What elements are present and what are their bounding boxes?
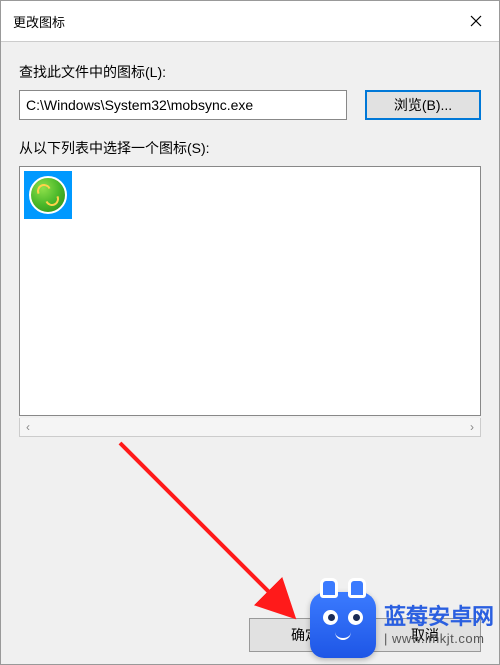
sync-icon xyxy=(29,176,67,214)
look-for-icons-label: 查找此文件中的图标(L): xyxy=(19,62,481,82)
watermark-title: 蓝莓安卓网 xyxy=(384,603,494,631)
scroll-right-icon[interactable]: › xyxy=(470,421,474,433)
path-row: 浏览(B)... xyxy=(19,90,481,120)
mascot-icon xyxy=(310,592,376,658)
watermark-text: 蓝莓安卓网 | www.lmkjt.com xyxy=(384,603,494,647)
icon-item-sync[interactable] xyxy=(24,171,72,219)
select-icon-label: 从以下列表中选择一个图标(S): xyxy=(19,138,481,158)
close-icon xyxy=(470,15,482,27)
title-bar: 更改图标 xyxy=(1,1,499,42)
title-bar-text: 更改图标 xyxy=(13,12,65,31)
icon-list[interactable] xyxy=(19,166,481,416)
browse-button[interactable]: 浏览(B)... xyxy=(365,90,481,120)
scroll-left-icon[interactable]: ‹ xyxy=(26,421,30,433)
close-button[interactable] xyxy=(453,1,499,41)
dialog-content: 查找此文件中的图标(L): 浏览(B)... 从以下列表中选择一个图标(S): … xyxy=(1,42,499,664)
watermark-url: | www.lmkjt.com xyxy=(384,631,494,647)
dialog-window: 更改图标 查找此文件中的图标(L): 浏览(B)... 从以下列表中选择一个图标… xyxy=(0,0,500,665)
horizontal-scrollbar[interactable]: ‹ › xyxy=(19,418,481,437)
watermark-badge: 蓝莓安卓网 | www.lmkjt.com xyxy=(310,585,500,665)
icon-path-input[interactable] xyxy=(19,90,347,120)
